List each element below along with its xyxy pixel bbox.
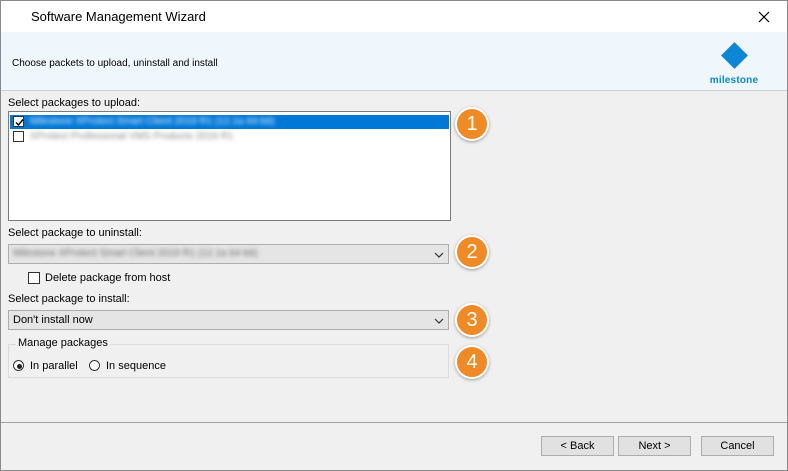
back-button[interactable]: < Back [541,436,614,456]
chevron-down-icon [434,252,444,258]
install-package-dropdown[interactable]: Don't install now [8,310,449,330]
list-item-text: XProtect Professional VMS Products 2019 … [30,131,234,142]
radio-circle[interactable] [89,360,100,371]
uninstall-selected-value: Milestone XProtect Smart Client 2019 R1 … [13,248,258,259]
step-badge-1: 1 [455,107,489,141]
upload-package-list[interactable]: Milestone XProtect Smart Client 2019 R1 … [8,111,451,221]
next-button[interactable]: Next > [618,436,691,456]
upload-label: Select packages to upload: [8,97,141,109]
header-instruction: Choose packets to upload, uninstall and … [12,58,218,69]
logo-diamond-icon [721,42,748,69]
delete-package-label: Delete package from host [45,272,171,284]
radio-circle[interactable] [13,360,24,371]
logo-text: milestone [709,75,759,86]
uninstall-package-dropdown[interactable]: Milestone XProtect Smart Client 2019 R1 … [8,244,449,264]
chevron-down-icon [434,318,444,324]
upload-item-checkbox[interactable] [13,131,24,142]
cancel-button[interactable]: Cancel [701,436,774,456]
list-item[interactable]: Milestone XProtect Smart Client 2019 R1 … [10,115,449,129]
milestone-logo: milestone [707,42,761,88]
title-bar: Software Management Wizard [1,1,787,32]
checkmark-icon [15,119,24,127]
footer-divider [1,422,787,423]
step-badge-4: 4 [455,345,489,379]
uninstall-label: Select package to uninstall: [8,227,142,239]
list-item-text: Milestone XProtect Smart Client 2019 R1 … [30,116,275,127]
manage-packages-title: Manage packages [16,337,110,349]
close-button[interactable] [741,1,787,32]
upload-item-checkbox[interactable] [13,116,24,127]
install-selected-value: Don't install now [13,314,93,326]
delete-package-checkbox-box[interactable] [28,272,40,284]
list-item[interactable]: XProtect Professional VMS Products 2019 … [10,130,449,144]
radio-label: In parallel [30,360,78,372]
step-badge-2: 2 [455,235,489,269]
window-title: Software Management Wizard [31,9,206,24]
close-icon [758,11,770,22]
wizard-header: Choose packets to upload, uninstall and … [1,32,787,91]
wizard-window: Software Management Wizard Choose packet… [0,0,788,471]
install-label: Select package to install: [8,293,130,305]
radio-label: In sequence [106,360,166,372]
step-badge-3: 3 [455,303,489,337]
radio-dot [17,364,22,369]
